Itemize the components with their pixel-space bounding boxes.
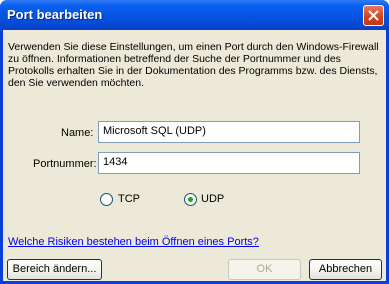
close-button[interactable] bbox=[363, 5, 384, 26]
ports-risk-link[interactable]: Welche Risiken bestehen beim Öffnen eine… bbox=[8, 236, 259, 248]
udp-label: UDP bbox=[201, 193, 225, 205]
tcp-radio[interactable] bbox=[100, 193, 113, 206]
port-field[interactable]: 1434 bbox=[98, 152, 360, 174]
close-icon bbox=[368, 10, 379, 21]
name-field[interactable]: Microsoft SQL (UDP) bbox=[98, 121, 360, 143]
change-scope-button[interactable]: Bereich ändern... bbox=[7, 259, 102, 280]
cancel-button[interactable]: Abbrechen bbox=[309, 259, 382, 280]
tcp-label: TCP bbox=[118, 193, 140, 205]
radio-selected-dot bbox=[188, 197, 193, 202]
port-label: Portnummer: bbox=[33, 158, 97, 170]
ok-button[interactable]: OK bbox=[228, 259, 301, 280]
udp-radio[interactable] bbox=[184, 193, 197, 206]
title-bar[interactable]: Port bearbeiten bbox=[0, 0, 389, 30]
window-title: Port bearbeiten bbox=[7, 7, 103, 22]
name-label: Name: bbox=[61, 127, 94, 139]
description-text: Verwenden Sie diese Einstellungen, um ei… bbox=[8, 41, 379, 89]
dialog-window: Port bearbeiten Verwenden Sie diese Eins… bbox=[0, 0, 389, 284]
dialog-body: Verwenden Sie diese Einstellungen, um ei… bbox=[3, 30, 386, 281]
